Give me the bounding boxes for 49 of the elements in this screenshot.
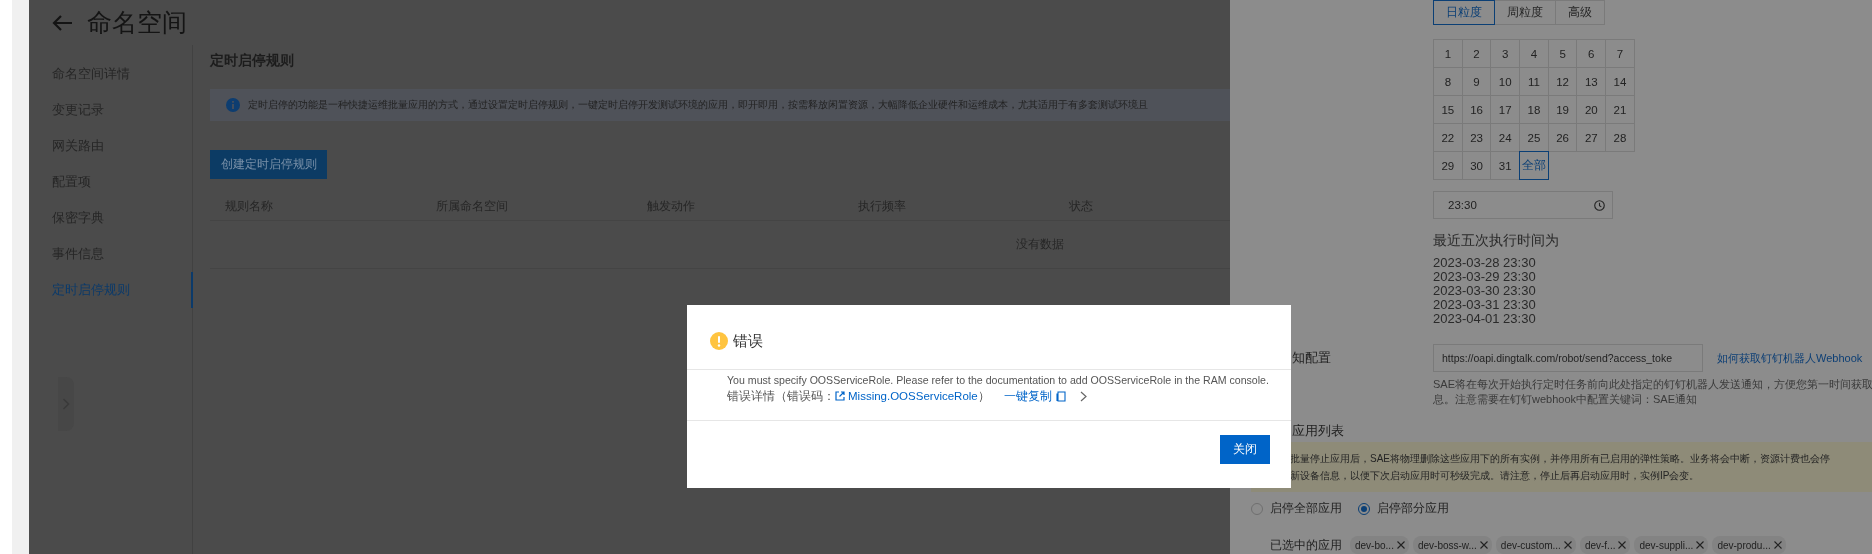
info-icon [226, 98, 240, 112]
day-cell[interactable]: 28 [1605, 123, 1635, 152]
next-runs-title: 最近五次执行时间为 [1433, 232, 1560, 250]
field-label: 已选中的应用 [1270, 536, 1343, 554]
app-tag: dev-custom... [1495, 536, 1576, 554]
day-cell[interactable]: 7 [1605, 39, 1635, 68]
warning-text: 新设备信息，以便下次启动应用时可秒级完成。请注意，停止后再启动应用时，实例IP会变。 [1290, 469, 1701, 483]
clock-icon [1594, 199, 1605, 211]
error-message: You must specify OOSServiceRole. Please refer to the documentation to add OOSServiceRole in the RAM console. [727, 373, 1270, 388]
error-detail: 错误详情（错误码： Missing.OOSServiceRole） [727, 389, 990, 404]
run-time: 2023-03-29 23:30 [1433, 270, 1537, 284]
warning-text: 批量停止应用后，SAE将物理删除这些应用下的所有实例，并停用所有已启用的弹性策略。业务将会中断，资源计费也会停 [1290, 452, 1831, 466]
dialog-title: 错误 [733, 331, 763, 351]
app-tag: dev-f... [1579, 536, 1631, 554]
day-cell[interactable]: 1 [1433, 39, 1463, 68]
granularity-tab[interactable]: 高级 [1555, 0, 1605, 25]
run-time: 2023-03-31 23:30 [1433, 298, 1537, 312]
app-tag: dev-bo... [1350, 536, 1409, 554]
chevron-right-icon[interactable] [1079, 390, 1087, 402]
warning-icon [710, 332, 728, 350]
close-icon[interactable] [1696, 541, 1705, 549]
close-icon[interactable] [1479, 541, 1488, 549]
close-icon[interactable] [1563, 541, 1572, 549]
app-tag: dev-boss-w... [1412, 536, 1492, 554]
copy-link[interactable]: 一键复制 [1003, 388, 1066, 404]
app-tag: dev-suppli... [1634, 536, 1709, 554]
close-button[interactable]: 关闭 [1220, 435, 1270, 464]
day-cell[interactable]: 全部 [1519, 151, 1549, 180]
run-time: 2023-03-30 23:30 [1433, 284, 1537, 298]
field-label: 应用列表 [1292, 422, 1345, 440]
day-cell[interactable]: 29 [1433, 151, 1463, 180]
webhook-field[interactable]: https://oapi.dingtalk.com/robot/send?access_toke [1433, 344, 1703, 372]
create-rule-button[interactable]: 创建定时启停规则 [210, 150, 327, 179]
external-link-icon [835, 391, 845, 401]
time-field[interactable]: 23:30 [1433, 191, 1613, 219]
run-time: 2023-04-01 23:30 [1433, 312, 1537, 326]
granularity-tab[interactable]: 周粒度 [1494, 0, 1556, 25]
field-label: 知配置 [1292, 349, 1332, 367]
help-link[interactable]: 如何获取钉钉机器人Webhook [1717, 350, 1863, 366]
close-icon[interactable] [1618, 541, 1627, 549]
granularity-tab[interactable]: 日粒度 [1433, 0, 1495, 25]
radio-label: 启停部分应用 [1377, 500, 1449, 517]
close-icon[interactable] [1773, 541, 1782, 549]
radio-label: 启停全部应用 [1270, 500, 1342, 517]
copy-icon [1055, 390, 1066, 402]
app-tag: dev-produ... [1712, 536, 1786, 554]
close-icon[interactable] [1396, 541, 1405, 549]
error-code-link[interactable]: Missing.OOSServiceRole [835, 390, 978, 402]
run-time: 2023-03-28 23:30 [1433, 256, 1537, 270]
